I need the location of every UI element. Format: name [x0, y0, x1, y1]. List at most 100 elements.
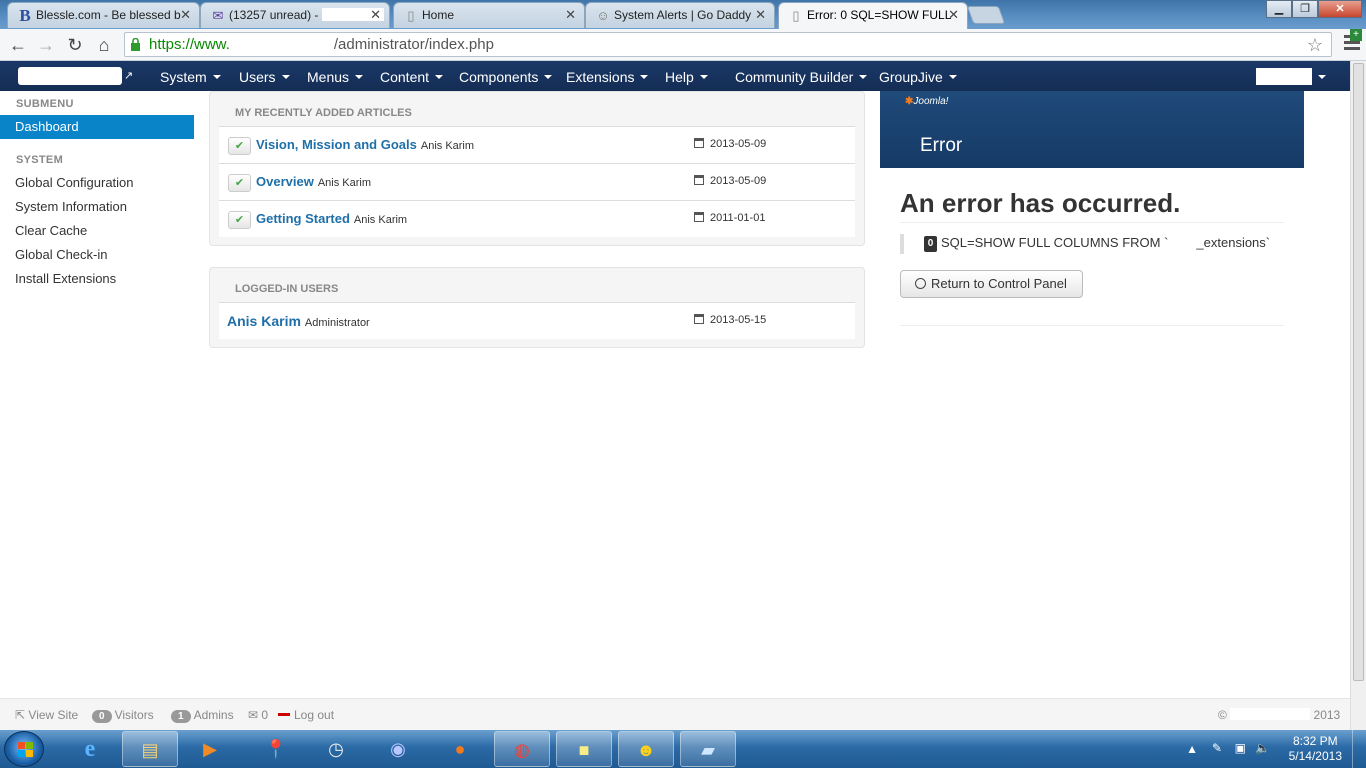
yahoo-messenger-icon[interactable]: ☻: [618, 731, 674, 767]
published-check-icon[interactable]: ✔: [228, 211, 251, 229]
messages-status[interactable]: ✉ 0: [248, 708, 268, 722]
menu-system[interactable]: System: [160, 69, 221, 85]
article-title[interactable]: Vision, Mission and Goals: [256, 137, 417, 152]
browser-tab-home[interactable]: ▯ Home ✕: [393, 2, 585, 28]
article-link[interactable]: Getting Started Anis Karim: [256, 211, 407, 226]
sync-app-icon[interactable]: ◉: [370, 731, 426, 767]
menu-content[interactable]: Content: [380, 69, 444, 85]
divider: [900, 325, 1284, 326]
menu-community-builder[interactable]: Community Builder: [735, 69, 868, 85]
minimize-icon[interactable]: ▁: [1266, 0, 1292, 18]
extension-icon[interactable]: +: [1350, 29, 1362, 41]
menu-help[interactable]: Help: [665, 69, 708, 85]
volume-icon[interactable]: 🔈: [1255, 741, 1270, 755]
published-check-icon[interactable]: ✔: [228, 137, 251, 155]
user-link[interactable]: Anis Karim Administrator: [227, 313, 370, 329]
menu-menus[interactable]: Menus: [307, 69, 364, 85]
sticky-notes-icon[interactable]: ■: [556, 731, 612, 767]
forward-arrow-icon[interactable]: →: [34, 33, 58, 57]
redacted-site-name: [18, 67, 122, 85]
sidebar-item-system-information[interactable]: System Information: [0, 195, 194, 219]
close-tab-icon[interactable]: ✕: [370, 7, 381, 23]
sidebar-item-global-configuration[interactable]: Global Configuration: [0, 171, 194, 195]
caret-down-icon: [859, 75, 868, 79]
joomla-logo: ✱Joomla!: [905, 96, 949, 107]
caret-down-icon[interactable]: [1318, 75, 1326, 79]
sidebar-item-clear-cache[interactable]: Clear Cache: [0, 219, 194, 243]
reload-icon[interactable]: ↻: [63, 33, 87, 57]
close-tab-icon[interactable]: ✕: [565, 7, 576, 23]
tab-title: (13257 unread) -: [229, 8, 319, 22]
user-role: Administrator: [304, 317, 370, 329]
article-title[interactable]: Getting Started: [256, 211, 350, 226]
messages-count: 0: [261, 708, 269, 722]
show-hidden-icons[interactable]: ▲: [1186, 742, 1198, 756]
scrollbar-thumb[interactable]: [1353, 63, 1364, 681]
close-tab-icon[interactable]: ✕: [180, 7, 191, 23]
new-tab-button[interactable]: [966, 6, 1006, 24]
browser-tab-mail[interactable]: ✉ (13257 unread) - ✕: [200, 2, 390, 28]
article-author: Anis Karim: [353, 214, 408, 226]
menu-components[interactable]: Components: [459, 69, 553, 85]
sidebar-item-dashboard[interactable]: Dashboard: [0, 115, 194, 139]
close-tab-icon[interactable]: ✕: [755, 7, 766, 23]
close-tab-icon[interactable]: ✕: [948, 7, 959, 23]
article-link[interactable]: Overview Anis Karim: [256, 174, 371, 189]
logout-link[interactable]: Log out: [278, 708, 334, 722]
redacted-block: [229, 35, 334, 49]
start-button[interactable]: [4, 731, 44, 767]
pin-icon[interactable]: ✎: [1212, 741, 1222, 755]
calendar-icon: [694, 175, 704, 185]
menu-extensions[interactable]: Extensions: [566, 69, 649, 85]
visitors-label: Visitors: [114, 708, 154, 722]
clock[interactable]: 8:32 PM 5/14/2013: [1289, 734, 1342, 764]
page-favicon-icon: ▯: [792, 8, 800, 23]
browser-tab-blessle[interactable]: B Blessle.com - Be blessed b ✕: [7, 2, 200, 28]
notepad-icon[interactable]: ▰: [680, 731, 736, 767]
clock-app-icon[interactable]: ◷: [308, 731, 364, 767]
back-arrow-icon[interactable]: ←: [6, 33, 30, 57]
page-scrollbar[interactable]: [1350, 61, 1366, 730]
error-message: 0 SQL=SHOW FULL COLUMNS FROM ` _extensions…: [900, 234, 1270, 254]
file-explorer-icon[interactable]: ▤: [122, 731, 178, 767]
chrome-icon[interactable]: ◍: [494, 731, 550, 767]
show-desktop-button[interactable]: [1352, 730, 1366, 768]
tab-title: Error: 0 SQL=SHOW FULL: [807, 8, 952, 22]
godaddy-favicon-icon: ☺: [596, 8, 610, 23]
browser-tab-bar: B Blessle.com - Be blessed b ✕ ✉ (13257 …: [0, 0, 1366, 29]
bookmark-star-icon[interactable]: ☆: [1307, 34, 1323, 57]
article-link[interactable]: Vision, Mission and Goals Anis Karim: [256, 137, 474, 152]
maximize-icon[interactable]: ❐: [1292, 0, 1318, 18]
browser-tab-error[interactable]: ▯ Error: 0 SQL=SHOW FULL ✕: [778, 2, 968, 29]
admin-status-bar: ⇱ View Site 0 Visitors 1 Admins ✉ 0 Log ou…: [0, 698, 1350, 730]
view-site-label: View Site: [28, 708, 79, 722]
media-player-icon[interactable]: ▶: [182, 731, 238, 767]
browser-toolbar: ← → ↻ ⌂ https://www. /administrator/index…: [0, 29, 1366, 61]
tab-title: Home: [422, 8, 455, 22]
published-check-icon[interactable]: ✔: [228, 174, 251, 192]
sidebar-item-global-check-in[interactable]: Global Check-in: [0, 243, 194, 267]
article-title[interactable]: Overview: [256, 174, 314, 189]
address-bar[interactable]: https://www. /administrator/index.php ☆: [124, 32, 1332, 57]
close-window-icon[interactable]: ✕: [1318, 0, 1362, 18]
view-site-link[interactable]: ⇱ View Site: [15, 708, 78, 722]
network-icon[interactable]: ▣: [1235, 741, 1246, 755]
return-to-control-panel-button[interactable]: Return to Control Panel: [900, 270, 1083, 298]
divider: [900, 222, 1284, 223]
sidebar-item-install-extensions[interactable]: Install Extensions: [0, 267, 194, 291]
envelope-icon: ✉: [248, 708, 259, 722]
user-name[interactable]: Anis Karim: [227, 313, 301, 329]
internet-explorer-icon[interactable]: e: [62, 731, 118, 767]
browser-tab-godaddy[interactable]: ☺ System Alerts | Go Daddy ✕: [585, 2, 775, 28]
joomla-logo-text: Joomla!: [913, 96, 949, 107]
pushpin-icon[interactable]: 📍: [248, 731, 304, 767]
error-heading: An error has occurred.: [900, 188, 1181, 218]
home-icon[interactable]: ⌂: [92, 33, 116, 57]
menu-label: Users: [239, 69, 276, 85]
redacted-user-menu[interactable]: [1256, 68, 1312, 85]
firefox-icon[interactable]: ●: [432, 731, 488, 767]
menu-users[interactable]: Users: [239, 69, 290, 85]
menu-groupjive[interactable]: GroupJive: [879, 69, 957, 85]
article-author: Anis Karim: [420, 140, 475, 152]
external-link-icon[interactable]: ↗: [124, 69, 133, 82]
